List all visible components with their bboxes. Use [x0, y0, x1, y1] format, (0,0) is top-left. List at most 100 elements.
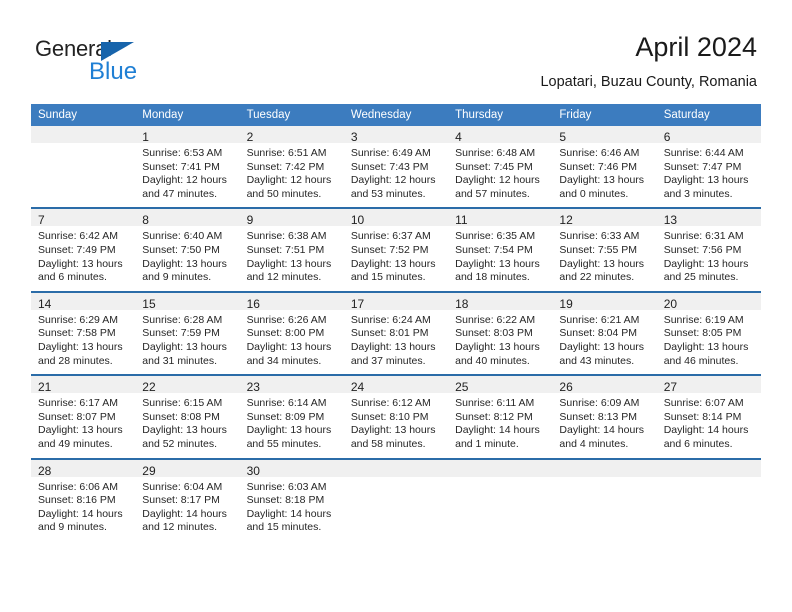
calendar-week-row: 28 Sunrise: 6:06 AM Sunset: 8:16 PM Dayligh… [31, 457, 761, 541]
sunset-text: Sunset: 7:56 PM [663, 243, 742, 256]
calendar-empty-cell [31, 126, 136, 209]
day-number-band: 22 [135, 376, 240, 394]
daylight-text: Daylight: 13 hours and 9 minutes. [142, 257, 227, 284]
calendar-day-cell[interactable]: 1 Sunrise: 6:53 AM Sunset: 7:41 PM Daylight… [135, 126, 240, 209]
sunset-text: Sunset: 7:55 PM [559, 243, 638, 256]
calendar-day-cell[interactable]: 8 Sunrise: 6:40 AM Sunset: 7:50 PM Daylight… [135, 207, 240, 292]
sunset-text: Sunset: 8:18 PM [246, 494, 325, 507]
calendar-day-cell[interactable]: 3 Sunrise: 6:49 AM Sunset: 7:43 PM Daylight… [343, 126, 449, 209]
day-number-band: 6 [656, 126, 761, 144]
sunrise-text: Sunrise: 6:51 AM [246, 147, 327, 159]
calendar-day-cell[interactable]: 5 Sunrise: 6:46 AM Sunset: 7:46 PM Daylight… [552, 126, 657, 209]
day-details: Sunrise: 6:38 AM Sunset: 7:51 PM Daylight:… [240, 226, 344, 290]
calendar-day-cell[interactable]: 11 Sunrise: 6:35 AM Sunset: 7:54 PM Dayligh… [448, 207, 553, 292]
day-number-band: 19 [552, 292, 657, 311]
calendar-day-cell[interactable]: 20 Sunrise: 6:19 AM Sunset: 8:05 PM Dayligh… [656, 290, 761, 376]
daylight-text: Daylight: 13 hours and 34 minutes. [246, 340, 332, 367]
calendar-day-cell[interactable]: 6 Sunrise: 6:44 AM Sunset: 7:47 PM Daylight… [656, 126, 761, 209]
calendar-day-cell[interactable]: 28 Sunrise: 6:06 AM Sunset: 8:16 PM Dayligh… [31, 457, 136, 541]
calendar-day-cell[interactable]: 7 Sunrise: 6:42 AM Sunset: 7:49 PM Daylight… [31, 207, 136, 292]
sunset-text: Sunset: 8:05 PM [663, 327, 742, 340]
sunrise-text: Sunrise: 6:44 AM [663, 147, 744, 159]
general-blue-logo: General Blue [35, 36, 165, 88]
calendar-day-cell[interactable]: 22 Sunrise: 6:15 AM Sunset: 8:08 PM Dayligh… [135, 374, 240, 459]
sunset-text: Sunset: 7:50 PM [142, 243, 220, 256]
day-number-band: 27 [656, 376, 761, 394]
calendar-day-cell[interactable]: 14 Sunrise: 6:29 AM Sunset: 7:58 PM Dayligh… [31, 290, 136, 376]
day-number-band: 5 [552, 126, 657, 144]
day-number: 20 [663, 296, 678, 311]
calendar-day-cell[interactable]: 27 Sunrise: 6:07 AM Sunset: 8:14 PM Dayligh… [656, 374, 761, 459]
calendar-day-cell[interactable]: 12 Sunrise: 6:33 AM Sunset: 7:55 PM Dayligh… [552, 207, 657, 292]
calendar-empty-cell [448, 457, 553, 541]
day-details: Sunrise: 6:07 AM Sunset: 8:14 PM Daylight:… [657, 393, 761, 457]
calendar-day-cell[interactable]: 13 Sunrise: 6:31 AM Sunset: 7:56 PM Dayligh… [656, 207, 761, 292]
day-number: 5 [559, 130, 567, 144]
calendar-day-cell[interactable]: 19 Sunrise: 6:21 AM Sunset: 8:04 PM Dayligh… [552, 290, 657, 376]
day-number: 16 [246, 296, 260, 311]
calendar-day-cell[interactable]: 23 Sunrise: 6:14 AM Sunset: 8:09 PM Dayligh… [239, 374, 344, 459]
day-details: Sunrise: 6:40 AM Sunset: 7:50 PM Daylight:… [135, 226, 239, 290]
day-number-band [343, 459, 449, 477]
calendar-day-cell[interactable]: 4 Sunrise: 6:48 AM Sunset: 7:45 PM Daylight… [448, 126, 553, 209]
daylight-text: Daylight: 13 hours and 22 minutes. [559, 257, 645, 284]
day-details: Sunrise: 6:26 AM Sunset: 8:00 PM Daylight:… [240, 310, 344, 374]
daylight-text: Daylight: 13 hours and 37 minutes. [350, 340, 436, 367]
sunrise-text: Sunrise: 6:22 AM [455, 313, 536, 326]
daylight-text: Daylight: 13 hours and 12 minutes. [246, 257, 332, 284]
calendar-day-cell[interactable]: 15 Sunrise: 6:28 AM Sunset: 7:59 PM Dayligh… [135, 290, 240, 376]
sunrise-text: Sunrise: 6:15 AM [142, 397, 223, 410]
day-number-band: 21 [31, 376, 136, 395]
daylight-text: Daylight: 12 hours and 50 minutes. [246, 174, 332, 200]
calendar-day-cell[interactable]: 17 Sunrise: 6:24 AM Sunset: 8:01 PM Dayligh… [343, 290, 449, 376]
calendar-day-cell[interactable]: 26 Sunrise: 6:09 AM Sunset: 8:13 PM Dayligh… [552, 374, 657, 459]
calendar-day-cell[interactable]: 21 Sunrise: 6:17 AM Sunset: 8:07 PM Dayligh… [31, 374, 136, 459]
day-number-band: 3 [343, 126, 449, 144]
calendar-day-cell[interactable]: 9 Sunrise: 6:38 AM Sunset: 7:51 PM Daylight… [239, 207, 344, 292]
sunrise-text: Sunrise: 6:26 AM [246, 313, 327, 326]
day-details: Sunrise: 6:48 AM Sunset: 7:45 PM Daylight:… [448, 143, 552, 207]
sunset-text: Sunset: 7:54 PM [455, 243, 533, 256]
day-number: 7 [38, 213, 45, 228]
calendar-day-cell[interactable]: 24 Sunrise: 6:12 AM Sunset: 8:10 PM Dayligh… [343, 374, 449, 459]
daylight-text: Daylight: 14 hours and 15 minutes. [246, 507, 332, 534]
day-details: Sunrise: 6:51 AM Sunset: 7:42 PM Daylight:… [240, 143, 344, 207]
day-number-band: 25 [448, 376, 553, 394]
calendar-day-cell[interactable]: 2 Sunrise: 6:51 AM Sunset: 7:42 PM Daylight… [239, 126, 344, 209]
day-number: 9 [246, 213, 254, 228]
day-details: Sunrise: 6:21 AM Sunset: 8:04 PM Daylight:… [552, 310, 656, 374]
day-number: 21 [38, 380, 52, 395]
sunrise-text: Sunrise: 6:14 AM [246, 397, 327, 410]
sunrise-text: Sunrise: 6:21 AM [559, 313, 640, 326]
day-number: 12 [559, 213, 573, 228]
day-number: 3 [350, 130, 358, 144]
day-details: Sunrise: 6:53 AM Sunset: 7:41 PM Daylight:… [135, 143, 239, 207]
daylight-text: Daylight: 13 hours and 3 minutes. [663, 174, 749, 200]
calendar-page: General Blue April 2024 Lopatari, Buzau … [0, 0, 792, 612]
sunset-text: Sunset: 8:10 PM [350, 410, 429, 423]
sunrise-text: Sunrise: 6:07 AM [663, 397, 744, 410]
day-number-band [448, 459, 553, 477]
sunrise-text: Sunrise: 6:53 AM [142, 147, 223, 159]
sunrise-text: Sunrise: 6:38 AM [246, 230, 327, 243]
day-number: 17 [350, 296, 365, 311]
day-number-band: 1 [135, 126, 240, 144]
day-number-band: 28 [31, 459, 136, 478]
calendar-day-cell[interactable]: 10 Sunrise: 6:37 AM Sunset: 7:52 PM Dayligh… [343, 207, 449, 292]
weekday-header-thursday: Thursday [448, 104, 553, 126]
day-number-band: 4 [448, 126, 553, 144]
day-number: 19 [559, 296, 573, 311]
calendar-week-row: 21 Sunrise: 6:17 AM Sunset: 8:07 PM Dayligh… [31, 374, 761, 459]
sunset-text: Sunset: 8:16 PM [38, 494, 116, 507]
calendar-day-cell[interactable]: 25 Sunrise: 6:11 AM Sunset: 8:12 PM Dayligh… [448, 374, 553, 459]
calendar-day-cell[interactable]: 16 Sunrise: 6:26 AM Sunset: 8:00 PM Dayligh… [239, 290, 344, 376]
calendar-day-cell[interactable]: 29 Sunrise: 6:04 AM Sunset: 8:17 PM Dayligh… [135, 457, 240, 541]
daylight-text: Daylight: 12 hours and 57 minutes. [455, 174, 540, 200]
calendar-day-cell[interactable]: 18 Sunrise: 6:22 AM Sunset: 8:03 PM Dayligh… [448, 290, 553, 376]
day-number: 14 [38, 296, 52, 311]
day-details: Sunrise: 6:29 AM Sunset: 7:58 PM Daylight:… [31, 310, 135, 374]
day-number-band: 20 [656, 292, 761, 311]
sunrise-text: Sunrise: 6:09 AM [559, 397, 640, 410]
calendar-day-cell[interactable]: 30 Sunrise: 6:03 AM Sunset: 8:18 PM Dayligh… [239, 457, 344, 541]
daylight-text: Daylight: 14 hours and 4 minutes. [559, 424, 645, 450]
